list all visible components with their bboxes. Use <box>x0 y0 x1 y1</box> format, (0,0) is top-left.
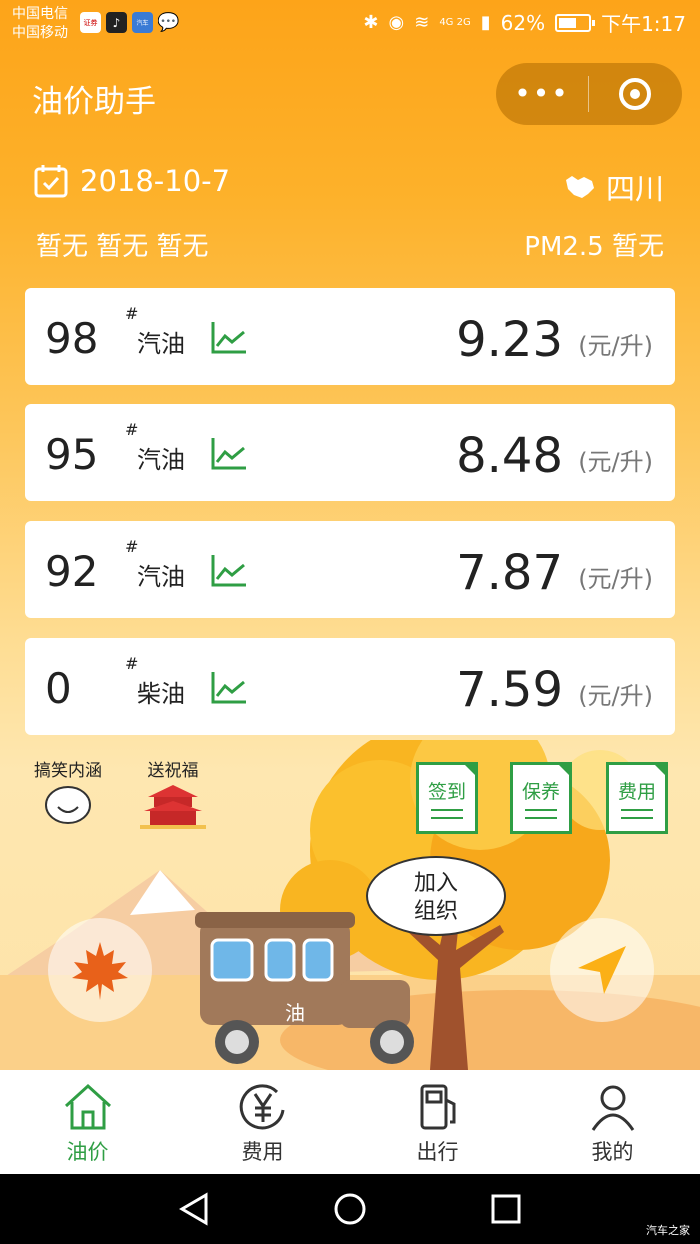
close-button[interactable] <box>589 78 681 110</box>
tab-label: 出行 <box>416 1140 459 1164</box>
trend-chart-icon[interactable] <box>211 320 247 354</box>
trend-chart-icon[interactable] <box>211 670 247 704</box>
navigation-arrow-icon <box>578 946 626 994</box>
pm25-text: PM2.5 暂无 <box>524 232 664 262</box>
close-icon <box>619 78 651 110</box>
smiley-bun-icon <box>45 786 91 824</box>
blessing-sticker-label: 送祝福 <box>147 761 199 781</box>
home-nav-icon[interactable] <box>332 1191 368 1227</box>
tab-label: 费用 <box>241 1140 284 1164</box>
fuel-grade: 92 <box>45 547 99 596</box>
grade-mark: # <box>125 304 139 323</box>
bottom-tab-bar: 油价 费用 出行 我的 <box>0 1070 700 1174</box>
status-indicators: ✱ ◉ ≋ 4G 2G ▮ 62% 下午1:17 <box>363 8 686 37</box>
date-text: 2018-10-7 <box>80 164 231 198</box>
recents-icon[interactable] <box>488 1191 524 1227</box>
securities-app-icon: 证券 <box>80 12 101 33</box>
notification-icons: 证券 ♪ 汽车 💬 <box>80 12 179 33</box>
app-screen: 中国电信 中国移动 证券 ♪ 汽车 💬 ✱ ◉ ≋ 4G 2G ▮ 62% 下午… <box>0 0 700 1070</box>
fuel-price: 8.48 <box>456 428 563 484</box>
fuel-grade: 0 <box>45 664 72 713</box>
maple-leaf-button[interactable] <box>48 918 152 1022</box>
maintenance-label: 保养 <box>521 781 560 803</box>
system-navigation-bar: 汽车之家 <box>0 1174 700 1244</box>
fuel-type: 汽油 <box>137 563 185 591</box>
join-group-bubble[interactable]: 加入 组织 <box>366 856 506 936</box>
battery-icon <box>555 13 596 32</box>
price-unit: (元/升) <box>578 448 653 476</box>
weather-text: 暂无 暂无 暂无 <box>36 232 209 262</box>
checkin-label: 签到 <box>427 781 466 803</box>
navigate-button[interactable] <box>550 918 654 1022</box>
fuel-price: 9.23 <box>456 312 563 368</box>
tab-label: 油价 <box>66 1140 109 1164</box>
mini-program-capsule: ••• <box>496 63 682 125</box>
yuan-icon <box>239 1084 284 1130</box>
wechat-app-icon: 💬 <box>158 12 179 33</box>
trend-chart-icon[interactable] <box>211 553 247 587</box>
maintenance-button[interactable]: 保养 <box>510 762 572 834</box>
grade-mark: # <box>125 537 139 556</box>
fuel-price: 7.59 <box>456 662 563 718</box>
region-selector[interactable]: 四川 <box>564 166 664 208</box>
price-unit: (元/升) <box>578 332 653 360</box>
carrier-2: 中国移动 <box>12 25 68 41</box>
maple-leaf-icon <box>72 942 128 1000</box>
jokes-sticker-label: 搞笑内涵 <box>34 761 102 781</box>
carrier-1: 中国电信 <box>12 6 68 22</box>
fuel-type: 柴油 <box>137 680 185 708</box>
price-card-92[interactable]: 92 # 汽油 7.87 (元/升) <box>25 521 675 618</box>
region-name: 四川 <box>605 172 664 206</box>
back-icon[interactable] <box>176 1191 212 1227</box>
join-group-label: 加入 组织 <box>413 871 458 924</box>
province-map-icon <box>565 176 594 198</box>
fuel-type: 汽油 <box>137 446 185 474</box>
jokes-sticker[interactable]: 搞笑内涵 <box>34 756 102 830</box>
price-unit: (元/升) <box>578 565 653 593</box>
blessing-sticker[interactable]: 送祝福 <box>138 756 208 834</box>
tab-travel[interactable]: 出行 <box>350 1070 525 1174</box>
status-bar: 中国电信 中国移动 证券 ♪ 汽车 💬 ✱ ◉ ≋ 4G 2G ▮ 62% 下午… <box>0 0 700 48</box>
bluetooth-icon: ✱ <box>363 12 379 33</box>
fuel-price: 7.87 <box>456 545 563 601</box>
car-label: 油 <box>285 1001 305 1025</box>
user-icon <box>591 1085 634 1131</box>
signal-icon: ▮ <box>480 12 491 33</box>
price-card-95[interactable]: 95 # 汽油 8.48 (元/升) <box>25 404 675 501</box>
checkin-button[interactable]: 签到 <box>416 762 478 834</box>
more-button[interactable]: ••• <box>496 63 588 125</box>
fuel-grade: 98 <box>45 314 99 363</box>
price-unit: (元/升) <box>578 682 653 710</box>
tab-oil-price[interactable]: 油价 <box>0 1070 175 1174</box>
autohome-app-icon: 汽车 <box>132 12 153 33</box>
wifi-icon: ≋ <box>414 12 430 33</box>
calendar-icon <box>34 165 68 198</box>
fuel-type: 汽油 <box>137 330 185 358</box>
grade-mark: # <box>125 654 139 673</box>
price-card-98[interactable]: 98 # 汽油 9.23 (元/升) <box>25 288 675 385</box>
network-type: 4G 2G <box>439 16 471 28</box>
page-title: 油价助手 <box>32 84 156 120</box>
trend-chart-icon[interactable] <box>211 436 247 470</box>
clock: 下午1:17 <box>601 12 686 36</box>
price-card-diesel-0[interactable]: 0 # 柴油 7.59 (元/升) <box>25 638 675 735</box>
grade-mark: # <box>125 420 139 439</box>
expense-button[interactable]: 费用 <box>606 762 668 834</box>
eye-icon: ◉ <box>388 12 405 33</box>
tab-label: 我的 <box>591 1140 634 1164</box>
battery-percent: 62% <box>500 10 546 35</box>
temple-icon <box>140 785 206 829</box>
tiktok-app-icon: ♪ <box>106 12 127 33</box>
date-row: 2018-10-7 <box>34 164 230 198</box>
expense-label: 费用 <box>617 781 656 803</box>
fuel-pump-icon <box>420 1084 455 1130</box>
home-icon <box>64 1083 111 1130</box>
fuel-grade: 95 <box>45 430 99 479</box>
carrier-info: 中国电信 中国移动 <box>12 5 68 43</box>
tab-expense[interactable]: 费用 <box>175 1070 350 1174</box>
tab-mine[interactable]: 我的 <box>525 1070 700 1174</box>
watermark: 汽车之家 <box>646 1224 690 1237</box>
